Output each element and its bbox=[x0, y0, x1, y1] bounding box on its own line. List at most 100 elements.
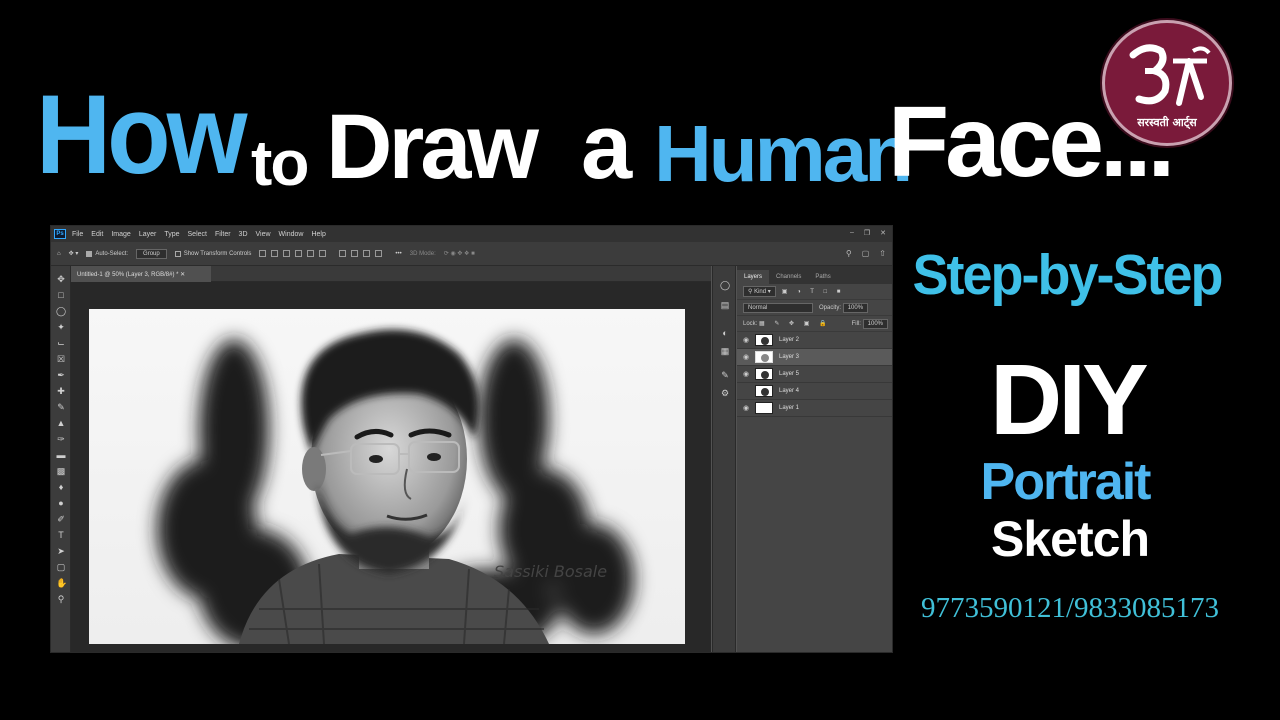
tab-close-icon[interactable]: ✕ bbox=[180, 272, 185, 278]
distribute-2-icon[interactable] bbox=[351, 250, 359, 257]
align-left-icon[interactable] bbox=[259, 250, 267, 257]
layer-name: Layer 4 bbox=[779, 388, 800, 394]
headline-draw: Draw bbox=[326, 96, 539, 198]
blend-mode-select[interactable]: Normal bbox=[743, 302, 813, 313]
blur-icon[interactable]: ♦ bbox=[56, 482, 66, 492]
menu-type[interactable]: Type bbox=[164, 231, 179, 238]
layer-row[interactable]: ◉ Layer 1 bbox=[737, 400, 892, 417]
kind-filter-select[interactable]: ⚲ Kind ▾ bbox=[743, 286, 776, 297]
lock-row: Lock: ▦ ✎ ✥ ▣ 🔒 Fill: 100% bbox=[737, 316, 892, 332]
menu-window[interactable]: Window bbox=[279, 231, 304, 238]
document-tab-label: Untitled-1 @ 50% (Layer 3, RGB/8#) * bbox=[77, 272, 179, 278]
more-options-icon[interactable]: ••• bbox=[395, 251, 401, 257]
properties-panel-icon[interactable]: ▤ bbox=[720, 300, 730, 310]
show-transform-checkbox[interactable]: Show Transform Controls bbox=[174, 250, 251, 257]
layer-thumbnail bbox=[755, 368, 773, 380]
menu-view[interactable]: View bbox=[256, 231, 271, 238]
distribute-4-icon[interactable] bbox=[375, 250, 383, 257]
crop-icon[interactable]: ⌙ bbox=[56, 338, 66, 348]
move-icon[interactable]: ✥ bbox=[56, 274, 66, 284]
opacity-label: Opacity: bbox=[819, 304, 842, 311]
brushes-panel-icon[interactable]: ✎ bbox=[720, 370, 730, 380]
menu-file[interactable]: File bbox=[72, 231, 83, 238]
layer-row[interactable]: ◉ Layer 2 bbox=[737, 332, 892, 349]
menu-filter[interactable]: Filter bbox=[215, 231, 231, 238]
layer-row[interactable]: ◉ Layer 5 bbox=[737, 366, 892, 383]
brush-settings-icon[interactable]: ⚙ bbox=[720, 388, 730, 398]
document-tab-row: Untitled-1 @ 50% (Layer 3, RGB/8#) * ✕ bbox=[71, 266, 711, 282]
layer-name: Layer 2 bbox=[779, 337, 800, 343]
history-panel-icon[interactable]: ◯ bbox=[720, 280, 730, 290]
share-icon[interactable]: ⇧ bbox=[879, 249, 886, 258]
type-icon[interactable]: T bbox=[56, 530, 66, 540]
3d-tools-icon[interactable]: ⟳ ◉ ✥ ❖ ■ bbox=[444, 250, 475, 257]
filter-type-icons[interactable]: ▣ ◑ T □ ■ bbox=[782, 288, 845, 295]
pen-icon[interactable]: ✐ bbox=[56, 514, 66, 524]
canvas[interactable]: Sassiki Bosale bbox=[89, 309, 685, 644]
visibility-hidden-icon[interactable]: ◉ bbox=[737, 387, 755, 395]
align-top-icon[interactable] bbox=[295, 250, 303, 257]
menu-select[interactable]: Select bbox=[188, 231, 207, 238]
tab-channels[interactable]: Channels bbox=[769, 270, 808, 284]
workspace-icon[interactable]: ▢ bbox=[862, 249, 870, 258]
menu-3d[interactable]: 3D bbox=[239, 231, 248, 238]
move-tool-icon[interactable]: ✥ ▾ bbox=[69, 250, 79, 257]
visibility-eye-icon[interactable]: ◉ bbox=[737, 353, 755, 361]
close-icon[interactable]: ✕ bbox=[880, 229, 886, 237]
group-select[interactable]: Group bbox=[136, 248, 167, 259]
zoom-icon[interactable]: ⚲ bbox=[56, 594, 66, 604]
tab-layers[interactable]: Layers bbox=[737, 270, 770, 284]
menu-layer[interactable]: Layer bbox=[139, 231, 157, 238]
visibility-eye-icon[interactable]: ◉ bbox=[737, 404, 755, 412]
distribute-3-icon[interactable] bbox=[363, 250, 371, 257]
magic-wand-icon[interactable]: ✦ bbox=[56, 322, 66, 332]
menu-image[interactable]: Image bbox=[111, 231, 130, 238]
frame-icon[interactable]: ☒ bbox=[56, 354, 66, 364]
restore-icon[interactable]: ❐ bbox=[864, 229, 870, 237]
path-select-icon[interactable]: ➤ bbox=[56, 546, 66, 556]
menu-edit[interactable]: Edit bbox=[91, 231, 103, 238]
align-middle-icon[interactable] bbox=[307, 250, 315, 257]
collapsed-panels: ◯ ▤ ◐ ▦ ✎ ⚙ bbox=[712, 266, 736, 652]
distribute-1-icon[interactable] bbox=[339, 250, 347, 257]
document-tab[interactable]: Untitled-1 @ 50% (Layer 3, RGB/8#) * ✕ bbox=[71, 266, 211, 282]
lasso-icon[interactable]: ◯ bbox=[56, 306, 66, 316]
eraser-icon[interactable]: ▬ bbox=[56, 450, 66, 460]
headline-how: How bbox=[36, 72, 248, 198]
shape-icon[interactable]: ▢ bbox=[56, 562, 66, 572]
auto-select-checkbox[interactable]: Auto-Select: bbox=[86, 250, 128, 257]
minimize-icon[interactable]: – bbox=[850, 229, 854, 237]
photoshop-window: Ps File Edit Image Layer Type Select Fil… bbox=[50, 225, 893, 653]
step-by-step-text: Step-by-Step bbox=[912, 243, 1223, 307]
lock-icons[interactable]: ▦ ✎ ✥ ▣ 🔒 bbox=[759, 320, 831, 327]
opacity-input[interactable]: 100% bbox=[842, 302, 869, 313]
layer-row-selected[interactable]: ◉ Layer 3 bbox=[737, 349, 892, 366]
healing-icon[interactable]: ✚ bbox=[56, 386, 66, 396]
visibility-eye-icon[interactable]: ◉ bbox=[737, 370, 755, 378]
history-brush-icon[interactable]: ✑ bbox=[56, 434, 66, 444]
home-icon[interactable]: ⌂ bbox=[57, 251, 61, 257]
align-center-icon[interactable] bbox=[271, 250, 279, 257]
headline-to: to bbox=[251, 127, 309, 199]
align-bottom-icon[interactable] bbox=[319, 250, 327, 257]
layer-row[interactable]: ◉ Layer 4 bbox=[737, 383, 892, 400]
tab-paths[interactable]: Paths bbox=[808, 270, 837, 284]
eyedropper-icon[interactable]: ✒ bbox=[56, 370, 66, 380]
stamp-icon[interactable]: ▲ bbox=[56, 418, 66, 428]
hand-icon[interactable]: ✋ bbox=[56, 578, 67, 588]
adjustments-panel-icon[interactable]: ◐ bbox=[720, 328, 730, 338]
menu-help[interactable]: Help bbox=[311, 231, 325, 238]
dodge-icon[interactable]: ● bbox=[56, 498, 66, 508]
ps-app-icon[interactable]: Ps bbox=[54, 229, 66, 239]
libraries-panel-icon[interactable]: ▦ bbox=[720, 346, 730, 356]
marquee-icon[interactable]: □ bbox=[56, 290, 66, 300]
gradient-icon[interactable]: ▩ bbox=[56, 466, 66, 476]
brush-icon[interactable]: ✎ bbox=[56, 402, 66, 412]
fill-input[interactable]: 100% bbox=[862, 318, 888, 329]
canvas-area: Sassiki Bosale bbox=[71, 282, 711, 652]
search-icon[interactable]: ⚲ bbox=[846, 249, 852, 258]
align-right-icon[interactable] bbox=[283, 250, 291, 257]
layer-thumbnail bbox=[755, 385, 773, 397]
visibility-eye-icon[interactable]: ◉ bbox=[737, 336, 755, 344]
align-icons bbox=[259, 250, 331, 257]
